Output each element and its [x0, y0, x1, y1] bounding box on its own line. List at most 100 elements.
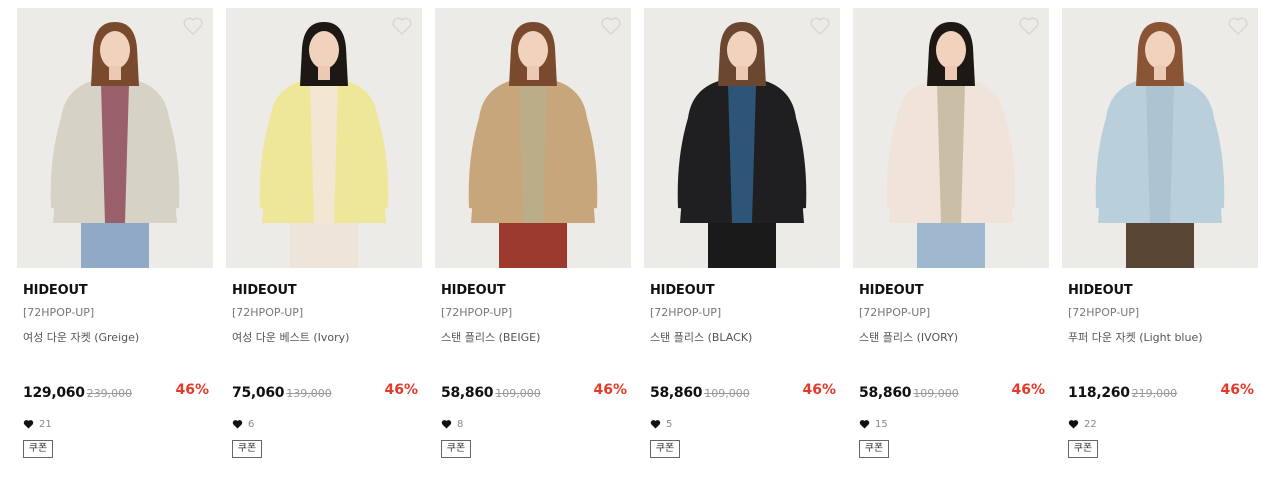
sale-price: 75,060	[232, 385, 285, 401]
coupon-badge: 쿠폰	[859, 440, 889, 458]
product-image[interactable]	[644, 8, 840, 268]
product-code: [72HPOP-UP]	[650, 306, 722, 319]
product-code: [72HPOP-UP]	[23, 306, 95, 319]
heart-filled-icon	[441, 419, 452, 429]
product-card[interactable]: HIDEOUT [72HPOP-UP] 푸퍼 다운 자켓 (Light blue) 1…	[1062, 8, 1258, 478]
coupon-badge: 쿠폰	[232, 440, 262, 458]
like-count: 22	[1084, 418, 1097, 430]
price-row: 129,060 239,000 46%	[23, 382, 209, 402]
face	[1145, 31, 1175, 69]
product-card[interactable]: HIDEOUT [72HPOP-UP] 여성 다운 베스트 (Ivory) 75,06…	[226, 8, 422, 478]
product-card[interactable]: HIDEOUT [72HPOP-UP] 스탠 플리스 (BLACK) 58,860 10…	[644, 8, 840, 478]
product-name[interactable]: 스탠 플리스 (BEIGE)	[441, 329, 540, 345]
face	[727, 31, 757, 69]
neck	[945, 66, 957, 80]
brand-name[interactable]: HIDEOUT	[23, 283, 88, 298]
like-count: 8	[457, 418, 464, 430]
original-price: 109,000	[495, 387, 541, 400]
original-price: 109,000	[913, 387, 959, 400]
like-count: 21	[39, 418, 52, 430]
discount-rate: 46%	[175, 382, 209, 398]
discount-rate: 46%	[802, 382, 836, 398]
price-row: 58,860 109,000 46%	[859, 382, 1045, 402]
heart-outline-icon[interactable]	[182, 16, 204, 36]
heart-filled-icon	[650, 419, 661, 429]
brand-name[interactable]: HIDEOUT	[232, 283, 297, 298]
product-name[interactable]: 스탠 플리스 (BLACK)	[650, 329, 752, 345]
likes: 5	[650, 417, 672, 431]
sale-price: 58,860	[441, 385, 494, 401]
coupon-badge: 쿠폰	[650, 440, 680, 458]
heart-outline-icon[interactable]	[809, 16, 831, 36]
inner-layer	[937, 84, 965, 223]
model-photo	[435, 8, 631, 268]
coupon-badge: 쿠폰	[1068, 440, 1098, 458]
product-image[interactable]	[435, 8, 631, 268]
brand-name[interactable]: HIDEOUT	[1068, 283, 1133, 298]
neck	[109, 66, 121, 80]
discount-rate: 46%	[593, 382, 627, 398]
inner-layer	[1146, 84, 1174, 223]
model-photo	[644, 8, 840, 268]
product-card[interactable]: HIDEOUT [72HPOP-UP] 스탠 플리스 (BEIGE) 58,860 10…	[435, 8, 631, 478]
like-count: 6	[248, 418, 255, 430]
heart-filled-icon	[23, 419, 34, 429]
product-name[interactable]: 여성 다운 베스트 (Ivory)	[232, 329, 349, 345]
inner-layer	[519, 84, 547, 223]
original-price: 139,000	[286, 387, 332, 400]
product-name[interactable]: 여성 다운 자켓 (Greige)	[23, 329, 139, 345]
heart-filled-icon	[1068, 419, 1079, 429]
sale-price: 58,860	[859, 385, 912, 401]
discount-rate: 46%	[1220, 382, 1254, 398]
face	[100, 31, 130, 69]
heart-outline-icon[interactable]	[1018, 16, 1040, 36]
heart-outline-icon[interactable]	[391, 16, 413, 36]
face	[518, 31, 548, 69]
original-price: 219,000	[1131, 387, 1178, 400]
face	[936, 31, 966, 69]
product-grid: HIDEOUT [72HPOP-UP] 여성 다운 자켓 (Greige) 129,0…	[0, 0, 1261, 489]
product-code: [72HPOP-UP]	[1068, 306, 1140, 319]
product-image[interactable]	[853, 8, 1049, 268]
model-photo	[853, 8, 1049, 268]
price-row: 118,260 219,000 46%	[1068, 382, 1254, 402]
product-name[interactable]: 스탠 플리스 (IVORY)	[859, 329, 958, 345]
original-price: 109,000	[704, 387, 750, 400]
brand-name[interactable]: HIDEOUT	[859, 283, 924, 298]
product-image[interactable]	[17, 8, 213, 268]
product-card[interactable]: HIDEOUT [72HPOP-UP] 여성 다운 자켓 (Greige) 129,0…	[17, 8, 213, 478]
neck	[527, 66, 539, 80]
sale-price: 129,060	[23, 385, 85, 401]
discount-rate: 46%	[1011, 382, 1045, 398]
sale-price: 58,860	[650, 385, 703, 401]
model-photo	[17, 8, 213, 268]
product-name[interactable]: 푸퍼 다운 자켓 (Light blue)	[1068, 329, 1203, 345]
product-code: [72HPOP-UP]	[232, 306, 304, 319]
product-code: [72HPOP-UP]	[441, 306, 513, 319]
likes: 8	[441, 417, 463, 431]
heart-filled-icon	[232, 419, 243, 429]
like-count: 15	[875, 418, 888, 430]
likes: 6	[232, 417, 254, 431]
price-row: 75,060 139,000 46%	[232, 382, 418, 402]
coupon-badge: 쿠폰	[441, 440, 471, 458]
inner-layer	[310, 84, 338, 223]
heart-filled-icon	[859, 419, 870, 429]
price-row: 58,860 109,000 46%	[441, 382, 627, 402]
model-photo	[1062, 8, 1258, 268]
product-image[interactable]	[1062, 8, 1258, 268]
price-row: 58,860 109,000 46%	[650, 382, 836, 402]
model-photo	[226, 8, 422, 268]
brand-name[interactable]: HIDEOUT	[650, 283, 715, 298]
likes: 15	[859, 417, 888, 431]
like-count: 5	[666, 418, 673, 430]
brand-name[interactable]: HIDEOUT	[441, 283, 506, 298]
heart-outline-icon[interactable]	[1227, 16, 1249, 36]
neck	[318, 66, 330, 80]
original-price: 239,000	[86, 387, 133, 400]
face	[309, 31, 339, 69]
product-card[interactable]: HIDEOUT [72HPOP-UP] 스탠 플리스 (IVORY) 58,860 10…	[853, 8, 1049, 478]
product-image[interactable]	[226, 8, 422, 268]
inner-layer	[728, 84, 756, 223]
heart-outline-icon[interactable]	[600, 16, 622, 36]
